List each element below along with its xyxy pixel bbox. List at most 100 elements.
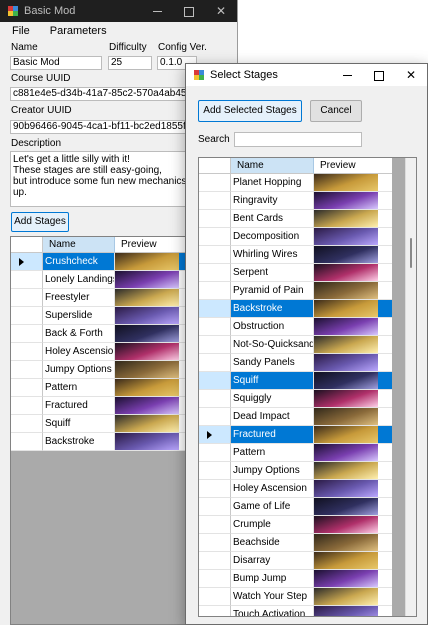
row-header[interactable] <box>11 397 43 415</box>
stage-name-cell[interactable]: Dead Impact <box>231 408 314 426</box>
stage-name-cell[interactable]: Bent Cards <box>231 210 314 228</box>
close-icon[interactable]: ✕ <box>205 0 237 22</box>
menu-parameters[interactable]: Parameters <box>38 25 115 37</box>
stage-name-cell[interactable]: Bump Jump <box>231 570 314 588</box>
stage-preview-cell[interactable] <box>314 300 392 318</box>
stage-preview-cell[interactable] <box>314 444 392 462</box>
stage-preview-cell[interactable] <box>314 390 392 408</box>
stage-name-cell[interactable]: Backstroke <box>43 433 115 451</box>
stage-name-cell[interactable]: Back & Forth <box>43 325 115 343</box>
stage-name-cell[interactable]: Decomposition <box>231 228 314 246</box>
dialog-table-row[interactable]: Fractured <box>199 426 392 444</box>
row-header[interactable] <box>11 307 43 325</box>
dialog-table-row[interactable]: Sandy Panels <box>199 354 392 372</box>
row-header[interactable] <box>199 318 231 336</box>
row-header[interactable] <box>199 498 231 516</box>
stage-preview-cell[interactable] <box>314 354 392 372</box>
stage-preview-cell[interactable] <box>314 336 392 354</box>
minimize-button[interactable] <box>141 0 173 22</box>
row-header[interactable] <box>199 246 231 264</box>
difficulty-field[interactable]: 25 <box>108 56 152 70</box>
row-header[interactable] <box>199 300 231 318</box>
stage-preview-cell[interactable] <box>314 228 392 246</box>
dialog-table-row[interactable]: Beachside <box>199 534 392 552</box>
dialog-minimize-button[interactable] <box>331 64 363 86</box>
stage-name-cell[interactable]: Pattern <box>231 444 314 462</box>
add-selected-stages-button[interactable]: Add Selected Stages <box>198 100 302 122</box>
stage-preview-cell[interactable] <box>314 282 392 300</box>
menu-file[interactable]: File <box>0 25 38 37</box>
dialog-grid-scrollbar[interactable] <box>405 158 416 616</box>
add-stages-button[interactable]: Add Stages <box>11 212 69 232</box>
row-header[interactable] <box>199 174 231 192</box>
dialog-table-row[interactable]: Jumpy Options <box>199 462 392 480</box>
dialog-table-row[interactable]: Pyramid of Pain <box>199 282 392 300</box>
stage-preview-cell[interactable] <box>314 552 392 570</box>
stage-preview-cell[interactable] <box>314 246 392 264</box>
row-header[interactable] <box>199 228 231 246</box>
stage-name-cell[interactable]: Squiggly <box>231 390 314 408</box>
row-header[interactable] <box>11 289 43 307</box>
row-header[interactable] <box>199 210 231 228</box>
stage-name-cell[interactable]: Fractured <box>43 397 115 415</box>
dialog-column-header-preview[interactable]: Preview <box>314 158 392 174</box>
stage-preview-cell[interactable] <box>314 408 392 426</box>
stage-name-cell[interactable]: Holey Ascension <box>43 343 115 361</box>
dialog-maximize-button[interactable] <box>363 64 395 86</box>
dialog-table-row[interactable]: Obstruction <box>199 318 392 336</box>
dialog-close-icon[interactable]: ✕ <box>395 64 427 86</box>
stage-name-cell[interactable]: Pattern <box>43 379 115 397</box>
stage-name-cell[interactable]: Not-So-Quicksand <box>231 336 314 354</box>
stage-name-cell[interactable]: Squiff <box>231 372 314 390</box>
stage-name-cell[interactable]: Holey Ascension <box>231 480 314 498</box>
stage-name-cell[interactable]: Jumpy Options <box>231 462 314 480</box>
stage-name-cell[interactable]: Fractured <box>231 426 314 444</box>
dialog-table-row[interactable]: Serpent <box>199 264 392 282</box>
row-header[interactable] <box>11 415 43 433</box>
row-header[interactable] <box>199 372 231 390</box>
dialog-column-header-name[interactable]: Name <box>231 158 314 174</box>
search-input[interactable] <box>234 132 362 147</box>
stage-preview-cell[interactable] <box>314 462 392 480</box>
dialog-table-row[interactable]: Decomposition <box>199 228 392 246</box>
dialog-table-row[interactable]: Game of Life <box>199 498 392 516</box>
row-header[interactable] <box>11 361 43 379</box>
main-titlebar[interactable]: Basic Mod ✕ <box>0 0 237 22</box>
stage-preview-cell[interactable] <box>314 606 392 616</box>
column-header-name[interactable]: Name <box>43 237 115 253</box>
row-header[interactable] <box>199 570 231 588</box>
stage-name-cell[interactable]: Whirling Wires <box>231 246 314 264</box>
stage-name-cell[interactable]: Crumple <box>231 516 314 534</box>
cancel-button[interactable]: Cancel <box>310 100 362 122</box>
stage-preview-cell[interactable] <box>314 480 392 498</box>
dialog-table-row[interactable]: Bump Jump <box>199 570 392 588</box>
stage-preview-cell[interactable] <box>314 570 392 588</box>
row-header[interactable] <box>11 433 43 451</box>
row-header[interactable] <box>199 552 231 570</box>
stage-name-cell[interactable]: Squiff <box>43 415 115 433</box>
row-header[interactable] <box>199 480 231 498</box>
dialog-grid-scroll-thumb[interactable] <box>410 238 412 268</box>
stage-preview-cell[interactable] <box>314 372 392 390</box>
dialog-table-row[interactable]: Not-So-Quicksand <box>199 336 392 354</box>
row-header[interactable] <box>199 408 231 426</box>
stage-preview-cell[interactable] <box>314 426 392 444</box>
row-header[interactable] <box>11 343 43 361</box>
stage-name-cell[interactable]: Serpent <box>231 264 314 282</box>
row-header[interactable] <box>199 516 231 534</box>
row-header[interactable] <box>199 354 231 372</box>
maximize-button[interactable] <box>173 0 205 22</box>
row-header[interactable] <box>199 462 231 480</box>
row-header[interactable] <box>11 271 43 289</box>
stage-name-cell[interactable]: Freestyler <box>43 289 115 307</box>
row-header[interactable] <box>199 390 231 408</box>
stage-preview-cell[interactable] <box>314 534 392 552</box>
stage-name-cell[interactable]: Watch Your Step <box>231 588 314 606</box>
dialog-table-row[interactable]: Whirling Wires <box>199 246 392 264</box>
dialog-table-row[interactable]: Holey Ascension <box>199 480 392 498</box>
stage-name-cell[interactable]: Touch Activation <box>231 606 314 616</box>
stage-preview-cell[interactable] <box>314 498 392 516</box>
stage-name-cell[interactable]: Pyramid of Pain <box>231 282 314 300</box>
stage-name-cell[interactable]: Game of Life <box>231 498 314 516</box>
current-row-arrow-icon[interactable] <box>199 426 231 444</box>
